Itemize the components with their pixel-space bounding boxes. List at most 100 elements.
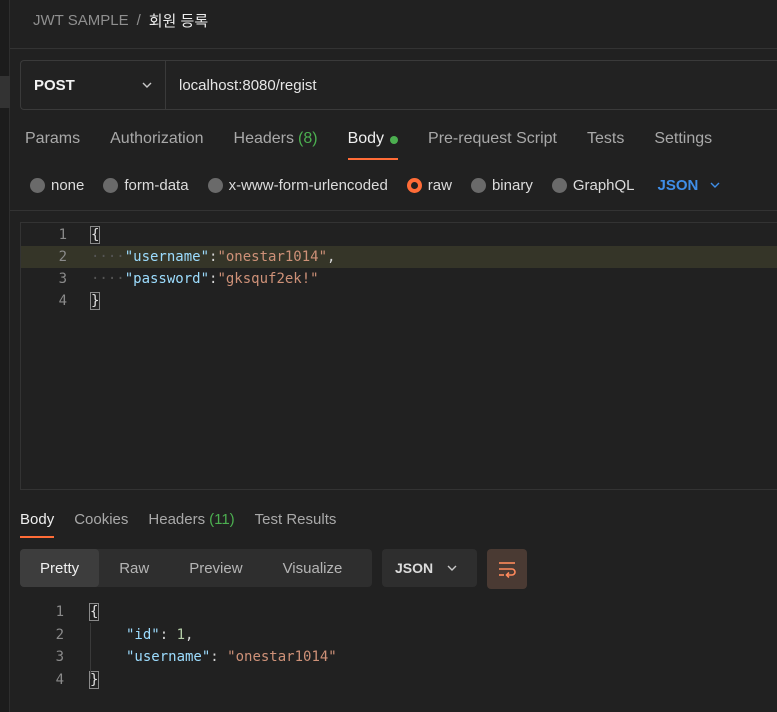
- code-text: ····"username":"onestar1014",: [91, 249, 335, 265]
- code-line: 4 }: [21, 290, 777, 312]
- json-colon: :: [159, 627, 177, 643]
- tab-body[interactable]: Body: [347, 128, 399, 160]
- response-tab-headers[interactable]: Headers (11): [148, 508, 234, 540]
- code-text: {: [88, 603, 100, 621]
- radio-circle-icon: [103, 177, 119, 193]
- json-key: "password": [124, 271, 210, 287]
- radio-raw[interactable]: raw: [406, 176, 452, 194]
- radio-form-data[interactable]: form-data: [103, 176, 189, 194]
- indent-guide: [90, 623, 91, 679]
- breadcrumb: JWT SAMPLE / 회원 등록: [33, 9, 208, 31]
- body-divider: [10, 210, 777, 211]
- json-value: "onestar1014": [217, 249, 328, 265]
- code-text: }: [89, 292, 101, 310]
- raw-format-label: JSON: [657, 176, 699, 194]
- response-view-modes: Pretty Raw Preview Visualize: [20, 549, 372, 587]
- tab-headers[interactable]: Headers (8): [234, 128, 318, 160]
- line-number: 1: [55, 604, 64, 620]
- response-tab-body[interactable]: Body: [20, 508, 55, 540]
- code-text: "username": "onestar1014": [126, 649, 337, 665]
- line-number: 4: [55, 672, 64, 688]
- indent-marks: ····: [91, 249, 125, 265]
- json-value: "onestar1014": [227, 649, 337, 665]
- tab-tests-label: Tests: [586, 130, 625, 147]
- radio-form-data-label: form-data: [124, 176, 189, 194]
- radio-binary[interactable]: binary: [470, 176, 533, 194]
- code-line: 1 {: [21, 224, 777, 246]
- close-brace: }: [89, 292, 101, 310]
- view-mode-pretty[interactable]: Pretty: [20, 549, 100, 587]
- response-format-label: JSON: [395, 560, 434, 576]
- request-bar: POST localhost:8080/regist: [20, 60, 777, 110]
- json-colon: :: [210, 649, 228, 665]
- chevron-down-icon: [710, 182, 720, 188]
- tab-settings[interactable]: Settings: [654, 128, 712, 160]
- code-text: {: [89, 226, 101, 244]
- radio-selected-icon: [406, 177, 422, 193]
- tab-params[interactable]: Params: [25, 128, 80, 160]
- radio-graphql-label: GraphQL: [572, 176, 635, 194]
- view-mode-visualize[interactable]: Visualize: [263, 549, 363, 587]
- code-line: 3 ····"password":"gksquf2ek!": [21, 268, 777, 290]
- tab-headers-count: (8): [298, 130, 318, 147]
- line-number: 2: [55, 627, 64, 643]
- wrap-lines-icon: [499, 562, 516, 578]
- tab-pre-request-script[interactable]: Pre-request Script: [428, 128, 557, 160]
- response-tab-cookies[interactable]: Cookies: [74, 508, 128, 540]
- radio-raw-label: raw: [427, 176, 452, 194]
- tab-body-label: Body: [347, 130, 385, 147]
- radio-binary-label: binary: [491, 176, 533, 194]
- json-key: "username": [126, 649, 211, 665]
- sidebar-active-marker: [0, 76, 10, 108]
- view-mode-raw[interactable]: Raw: [99, 549, 169, 587]
- radio-circle-icon: [551, 177, 567, 193]
- left-sidebar-strip: [0, 0, 10, 712]
- method-select[interactable]: POST: [21, 61, 166, 109]
- json-value: 1: [176, 627, 186, 643]
- chevron-down-icon: [142, 82, 152, 88]
- header-divider: [10, 48, 777, 49]
- response-tabs: Body Cookies Headers (11) Test Results: [20, 508, 356, 540]
- body-type-radios: none form-data x-www-form-urlencoded raw…: [30, 174, 720, 196]
- json-comma: ,: [327, 249, 336, 265]
- close-brace: }: [88, 671, 100, 689]
- radio-circle-icon: [470, 177, 486, 193]
- open-brace: {: [88, 603, 100, 621]
- tab-tests[interactable]: Tests: [587, 128, 624, 160]
- raw-format-select[interactable]: JSON: [658, 177, 721, 194]
- wrap-lines-button[interactable]: [487, 549, 527, 589]
- body-modified-dot-icon: [390, 136, 399, 144]
- tab-params-label: Params: [25, 130, 81, 147]
- view-mode-preview[interactable]: Preview: [169, 549, 262, 587]
- radio-none[interactable]: none: [30, 177, 84, 194]
- radio-urlencoded-label: x-www-form-urlencoded: [228, 176, 388, 194]
- request-body-editor[interactable]: 1 { 2 ····"username":"onestar1014", 3 ··…: [20, 222, 777, 490]
- json-key: "username": [124, 249, 210, 265]
- response-tab-headers-label: Headers: [148, 511, 206, 528]
- breadcrumb-request-name[interactable]: 회원 등록: [149, 10, 208, 31]
- json-value: "gksquf2ek!": [217, 271, 319, 287]
- json-comma: ,: [185, 627, 194, 643]
- code-text: }: [88, 671, 100, 689]
- chevron-down-icon: [447, 565, 457, 571]
- url-input[interactable]: localhost:8080/regist: [166, 61, 317, 109]
- response-format-select[interactable]: JSON: [382, 549, 477, 587]
- method-label: POST: [34, 76, 75, 94]
- line-number: 3: [58, 271, 67, 287]
- code-text: ····"password":"gksquf2ek!": [91, 271, 319, 287]
- json-key: "id": [126, 627, 160, 643]
- request-tabs: Params Authorization Headers (8) Body Pre…: [25, 128, 742, 160]
- response-body-viewer[interactable]: 1 { 2 "id": 1, 3 "username": "onestar101…: [20, 601, 777, 712]
- code-line: 4 }: [20, 669, 777, 691]
- code-line-active: 2 ····"username":"onestar1014",: [21, 246, 777, 268]
- radio-graphql[interactable]: GraphQL: [551, 176, 635, 194]
- line-number: 1: [58, 227, 67, 243]
- tab-settings-label: Settings: [654, 130, 713, 147]
- indent-marks: ····: [91, 271, 125, 287]
- tab-headers-label: Headers: [233, 130, 294, 147]
- radio-urlencoded[interactable]: x-www-form-urlencoded: [207, 176, 388, 194]
- breadcrumb-collection[interactable]: JWT SAMPLE: [33, 12, 129, 29]
- tab-pre-request-label: Pre-request Script: [428, 130, 557, 147]
- tab-authorization[interactable]: Authorization: [110, 128, 203, 160]
- response-tab-test-results[interactable]: Test Results: [255, 508, 337, 540]
